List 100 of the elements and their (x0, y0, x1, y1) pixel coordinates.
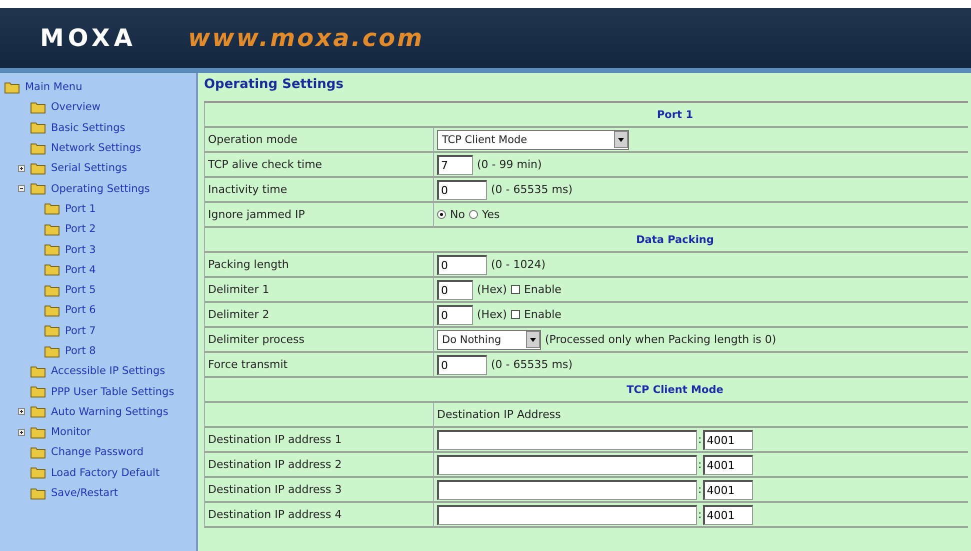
menu-item[interactable]: Operating Settings (51, 182, 150, 195)
hint-text: (0 - 65535 ms) (491, 358, 572, 371)
separator-text: : (698, 458, 702, 471)
input-field[interactable]: 7 (437, 154, 473, 174)
menu-item[interactable]: Load Factory Default (51, 466, 160, 479)
ip-address-field[interactable] (437, 480, 697, 500)
field-label: Delimiter 2 (208, 308, 270, 321)
folder-icon (44, 263, 60, 276)
menu-item[interactable]: Port 8 (65, 345, 96, 357)
folder-icon (30, 121, 46, 134)
folder-icon (30, 182, 46, 196)
field-label: TCP alive check time (208, 158, 322, 171)
menu-item[interactable]: Network Settings (51, 142, 142, 154)
menu-item[interactable]: Change Password (51, 446, 144, 458)
port-field[interactable]: 4001 (702, 504, 753, 524)
folder-icon (44, 284, 60, 297)
hint-text: (Hex) (477, 283, 507, 296)
field-label: Packing length (208, 258, 289, 271)
hint-text: (0 - 1024) (491, 258, 546, 271)
field-label: Destination IP address 1 (208, 433, 342, 446)
menu-item[interactable]: Basic Settings (51, 122, 126, 134)
input-field[interactable]: 0 (437, 254, 487, 274)
folder-icon (30, 405, 46, 418)
menu-item[interactable]: Save/Restart (51, 487, 118, 500)
folder-icon (44, 202, 60, 216)
dropdown[interactable]: Do Nothing (437, 330, 541, 350)
ip-address-field[interactable] (437, 454, 697, 474)
input-field[interactable]: 0 (437, 354, 487, 374)
menu-item[interactable]: Port 3 (65, 244, 96, 256)
hint-text: (0 - 99 min) (477, 158, 542, 171)
port-field[interactable]: 4001 (702, 454, 753, 474)
folder-icon (30, 364, 46, 378)
folder-icon (30, 426, 46, 439)
menu-item[interactable]: Accessible IP Settings (51, 365, 166, 378)
field-label: Destination IP address 4 (208, 508, 342, 521)
folder-icon (44, 243, 60, 256)
expand-icon[interactable] (18, 164, 25, 172)
separator-text: : (698, 483, 702, 496)
separator-text: : (698, 433, 702, 446)
menu-item[interactable]: PPP User Table Settings (51, 386, 174, 398)
folder-icon (30, 162, 46, 175)
checkbox[interactable] (510, 285, 520, 294)
radio-label[interactable]: Yes (482, 208, 500, 221)
section-title: Data Packing (636, 234, 714, 246)
checkbox[interactable] (510, 310, 520, 319)
menu-item[interactable]: Port 6 (65, 304, 96, 316)
dropdown[interactable]: TCP Client Mode (437, 130, 629, 150)
collapse-icon[interactable] (18, 185, 25, 192)
column-header: Destination IP Address (437, 408, 561, 421)
menu-root[interactable]: Main Menu (25, 81, 82, 94)
menu-item[interactable]: Overview (51, 101, 100, 114)
field-label: Destination IP address 3 (208, 483, 342, 496)
menu-item[interactable]: Port 7 (65, 324, 96, 337)
folder-icon (44, 344, 60, 358)
input-field[interactable]: 0 (437, 280, 473, 300)
hint-text: (Hex) (477, 308, 507, 321)
menu-item[interactable]: Monitor (51, 426, 91, 438)
hint-text: (Processed only when Packing length is 0) (545, 333, 776, 346)
menu-item[interactable]: Port 4 (65, 264, 96, 276)
logo: MOXA (39, 24, 138, 52)
folder-icon (4, 80, 20, 94)
menu-item[interactable]: Serial Settings (51, 162, 128, 174)
ip-address-field[interactable] (437, 430, 697, 450)
menu-item[interactable]: Port 1 (65, 202, 96, 215)
folder-icon (44, 222, 60, 236)
radio-label[interactable]: No (450, 208, 465, 221)
folder-icon (30, 446, 46, 459)
field-label: Delimiter 1 (208, 283, 270, 296)
field-label: Operation mode (208, 133, 298, 146)
menu-item[interactable]: Port 2 (65, 223, 96, 236)
folder-icon (30, 100, 46, 114)
port-field[interactable]: 4001 (702, 480, 753, 500)
radio-button[interactable] (468, 210, 478, 219)
folder-icon (30, 142, 46, 155)
folder-icon (44, 304, 60, 317)
folder-icon (30, 385, 46, 398)
page-title: Operating Settings (204, 76, 344, 94)
ip-address-field[interactable] (437, 504, 697, 524)
port-field[interactable]: 4001 (702, 430, 753, 450)
folder-icon (30, 466, 46, 480)
field-label: Ignore jammed IP (208, 208, 305, 221)
checkbox-label[interactable]: Enable (524, 283, 562, 296)
expand-icon[interactable] (18, 428, 25, 436)
website-url: www.moxa.com (188, 24, 424, 52)
menu-item[interactable]: Port 5 (65, 284, 96, 296)
expand-icon[interactable] (18, 408, 25, 416)
separator-text: : (698, 508, 702, 521)
section-title: Port 1 (656, 108, 694, 120)
field-label: Inactivity time (208, 183, 288, 196)
menu-item[interactable]: Auto Warning Settings (51, 406, 168, 418)
hint-text: (0 - 65535 ms) (491, 183, 572, 196)
folder-icon (44, 324, 60, 338)
folder-icon (30, 486, 46, 500)
field-label: Destination IP address 2 (208, 458, 342, 471)
radio-button[interactable] (437, 210, 446, 219)
section-title: TCP Client Mode (626, 384, 724, 396)
input-field[interactable]: 0 (437, 180, 487, 200)
checkbox-label[interactable]: Enable (524, 308, 562, 321)
field-label: Force transmit (208, 358, 288, 371)
input-field[interactable]: 0 (437, 304, 473, 324)
